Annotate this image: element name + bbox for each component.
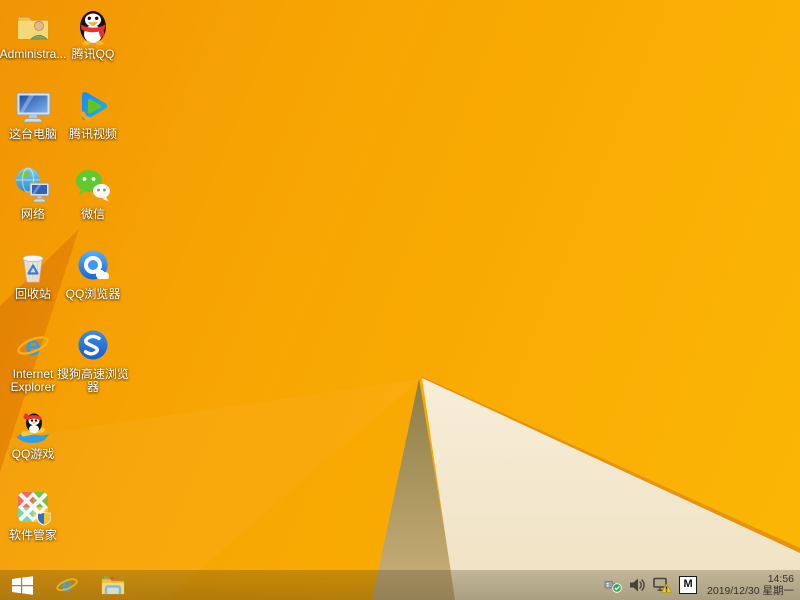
icon-label: 这台电脑: [8, 127, 57, 141]
clock-date: 2019/12/30 星期一: [707, 585, 794, 597]
icon-label: 软件管家: [8, 528, 57, 542]
icon-label: 回收站: [14, 287, 51, 301]
svg-text:e: e: [62, 575, 73, 597]
icon-label: 搜狗高速浏览器: [56, 367, 129, 394]
qq-penguin-icon: [80, 11, 106, 46]
ime-language-badge[interactable]: M: [679, 576, 698, 594]
usb-device-tray-icon[interactable]: [604, 577, 622, 593]
wechat-bubbles-icon: [76, 170, 110, 202]
clock-time: 14:56: [767, 573, 794, 585]
icon-label: QQ浏览器: [65, 287, 121, 301]
svg-text:e: e: [25, 330, 41, 361]
desktop-icon-qq-games[interactable]: QQ游戏: [0, 406, 71, 461]
desktop-icon-qq-browser[interactable]: QQ浏览器: [55, 246, 131, 301]
taskbar-clock[interactable]: 14:56 2019/12/30 星期一: [704, 573, 794, 597]
desktop-icon-tencent-video[interactable]: 腾讯视频: [55, 86, 131, 141]
volume-tray-icon[interactable]: [629, 577, 646, 593]
desktop[interactable]: Administra... 腾讯QQ 这台电脑 腾讯视频 网络 微信 回收站 Q…: [0, 0, 800, 600]
icon-label: 腾讯QQ: [71, 47, 115, 61]
system-tray: M 14:56 2019/12/30 星期一: [604, 570, 800, 600]
recycle-bin-icon: [22, 254, 44, 283]
icon-label: 腾讯视频: [68, 127, 117, 141]
software-manager-icon: [18, 492, 51, 526]
qq-browser-icon: [78, 250, 109, 280]
desktop-icon-tencent-qq[interactable]: 腾讯QQ: [55, 6, 131, 61]
internet-explorer-icon: e: [17, 330, 49, 361]
file-explorer-folder-icon: [101, 576, 125, 595]
globe-computer-icon: [16, 167, 50, 203]
desktop-icon-wechat[interactable]: 微信: [55, 166, 131, 221]
play-triangle-icon: [81, 92, 107, 121]
taskbar: e M 14:56 2019/12/30 星期一: [0, 570, 800, 600]
desktop-icon-software-manager[interactable]: 软件管家: [0, 487, 71, 542]
windows-logo-icon: [11, 575, 33, 595]
network-warning-tray-icon[interactable]: [653, 577, 673, 593]
start-button[interactable]: [0, 570, 44, 600]
icon-label: QQ游戏: [11, 447, 55, 461]
computer-monitor-icon: [16, 92, 51, 123]
desktop-icon-sogou-browser[interactable]: 搜狗高速浏览器: [55, 326, 131, 394]
icon-label: 网络: [20, 207, 45, 221]
administrator-folder-icon: [17, 16, 49, 40]
qq-games-penguin-surf-icon: [17, 413, 49, 443]
taskbar-file-explorer-button[interactable]: [90, 570, 136, 600]
taskbar-internet-explorer-button[interactable]: e: [44, 570, 90, 600]
internet-explorer-icon: e: [56, 575, 78, 597]
sogou-s-icon: [78, 330, 108, 360]
icon-label: 微信: [80, 207, 105, 221]
